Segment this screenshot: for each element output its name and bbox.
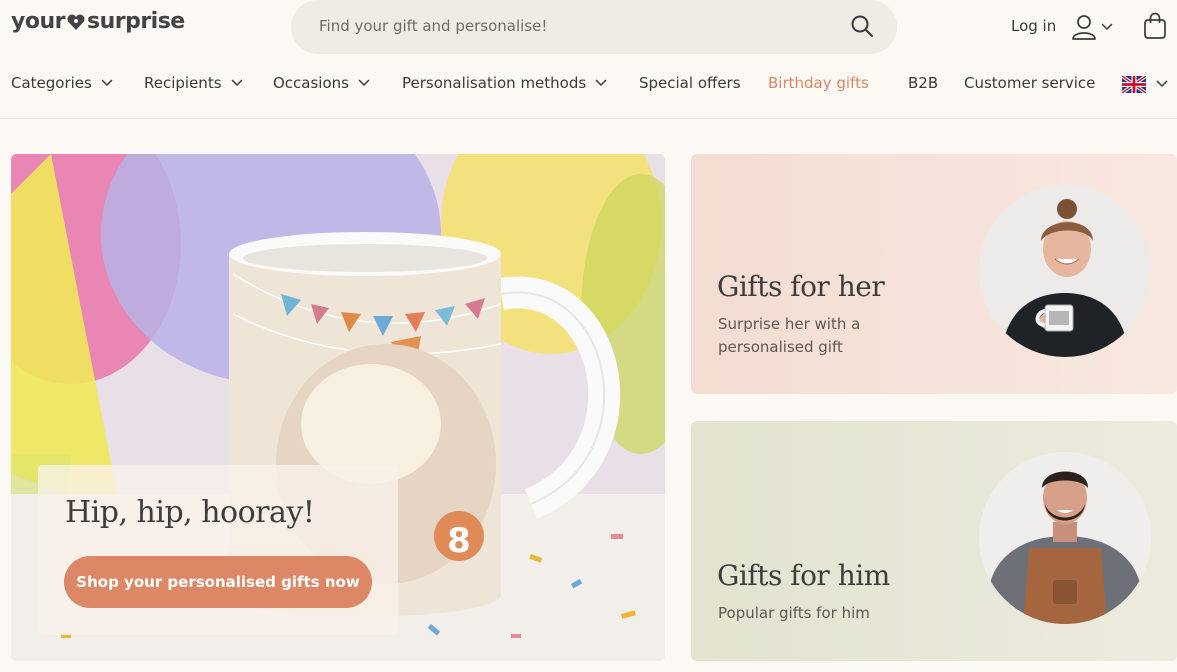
nav-customer-service[interactable]: Customer service [964, 74, 1095, 92]
nav-categories[interactable]: Categories [11, 74, 114, 92]
nav-label: Customer service [964, 74, 1096, 92]
nav-label: Personalisation methods [402, 74, 587, 92]
logo-text-right: surprise [86, 9, 185, 34]
uk-flag-icon[interactable] [1122, 76, 1146, 93]
heart-logo-icon [67, 14, 85, 30]
nav-divider [0, 118, 1177, 119]
chevron-down-icon [230, 79, 243, 87]
site-logo[interactable]: your surprise [11, 9, 185, 34]
man-avatar-image [979, 452, 1151, 624]
gifts-for-her-card[interactable]: Gifts for her Surprise her with a person… [691, 154, 1177, 394]
nav-label: B2B [908, 74, 939, 92]
logo-text-left: your [11, 9, 65, 34]
search-icon[interactable] [849, 13, 875, 39]
hero-title: Hip, hip, hooray! [65, 495, 315, 530]
search-input[interactable]: Find your gift and personalise! [319, 17, 547, 35]
chevron-down-icon [101, 79, 113, 87]
nav-label: Special offers [639, 74, 741, 92]
login-link[interactable]: Log in [1011, 17, 1056, 35]
shop-gifts-button[interactable]: Shop your personalised gifts now [64, 556, 372, 608]
woman-avatar-image [979, 185, 1151, 357]
hero-banner[interactable]: 8 Hip, hip, hooray! Shop your personalis… [11, 154, 665, 661]
gifts-for-him-card[interactable]: Gifts for him Popular gifts for him [691, 421, 1177, 661]
chevron-down-icon [595, 79, 607, 87]
shopping-bag-icon[interactable] [1142, 12, 1168, 40]
nav-recipients[interactable]: Recipients [144, 74, 244, 92]
card-subtitle: Popular gifts for him [718, 604, 870, 622]
search-bar[interactable]: Find your gift and personalise! [291, 0, 897, 54]
nav-birthday-gifts[interactable]: Birthday gifts [768, 74, 869, 92]
nav-special-offers[interactable]: Special offers [639, 74, 741, 92]
chevron-down-icon [358, 79, 370, 87]
user-icon[interactable] [1071, 13, 1097, 41]
card-title: Gifts for him [717, 559, 890, 592]
nav-occasions[interactable]: Occasions [273, 74, 371, 92]
nav-b2b[interactable]: B2B [908, 74, 938, 92]
mug-number: 8 [447, 521, 471, 561]
nav-label: Categories [11, 74, 92, 92]
card-subtitle: Surprise her with a personalised gift [718, 315, 861, 356]
main-nav: Categories Recipients Occasions Personal… [0, 68, 1177, 100]
hero-card: Hip, hip, hooray! Shop your personalised… [38, 465, 398, 635]
chevron-down-icon[interactable] [1155, 79, 1169, 89]
nav-label: Birthday gifts [768, 74, 869, 92]
top-bar: your surprise Find your gift and persona… [0, 0, 1177, 54]
card-title: Gifts for her [717, 270, 885, 303]
chevron-down-icon[interactable] [1100, 20, 1114, 32]
nav-personalisation-methods[interactable]: Personalisation methods [402, 74, 608, 92]
nav-label: Occasions [273, 74, 349, 92]
nav-label: Recipients [144, 74, 222, 92]
